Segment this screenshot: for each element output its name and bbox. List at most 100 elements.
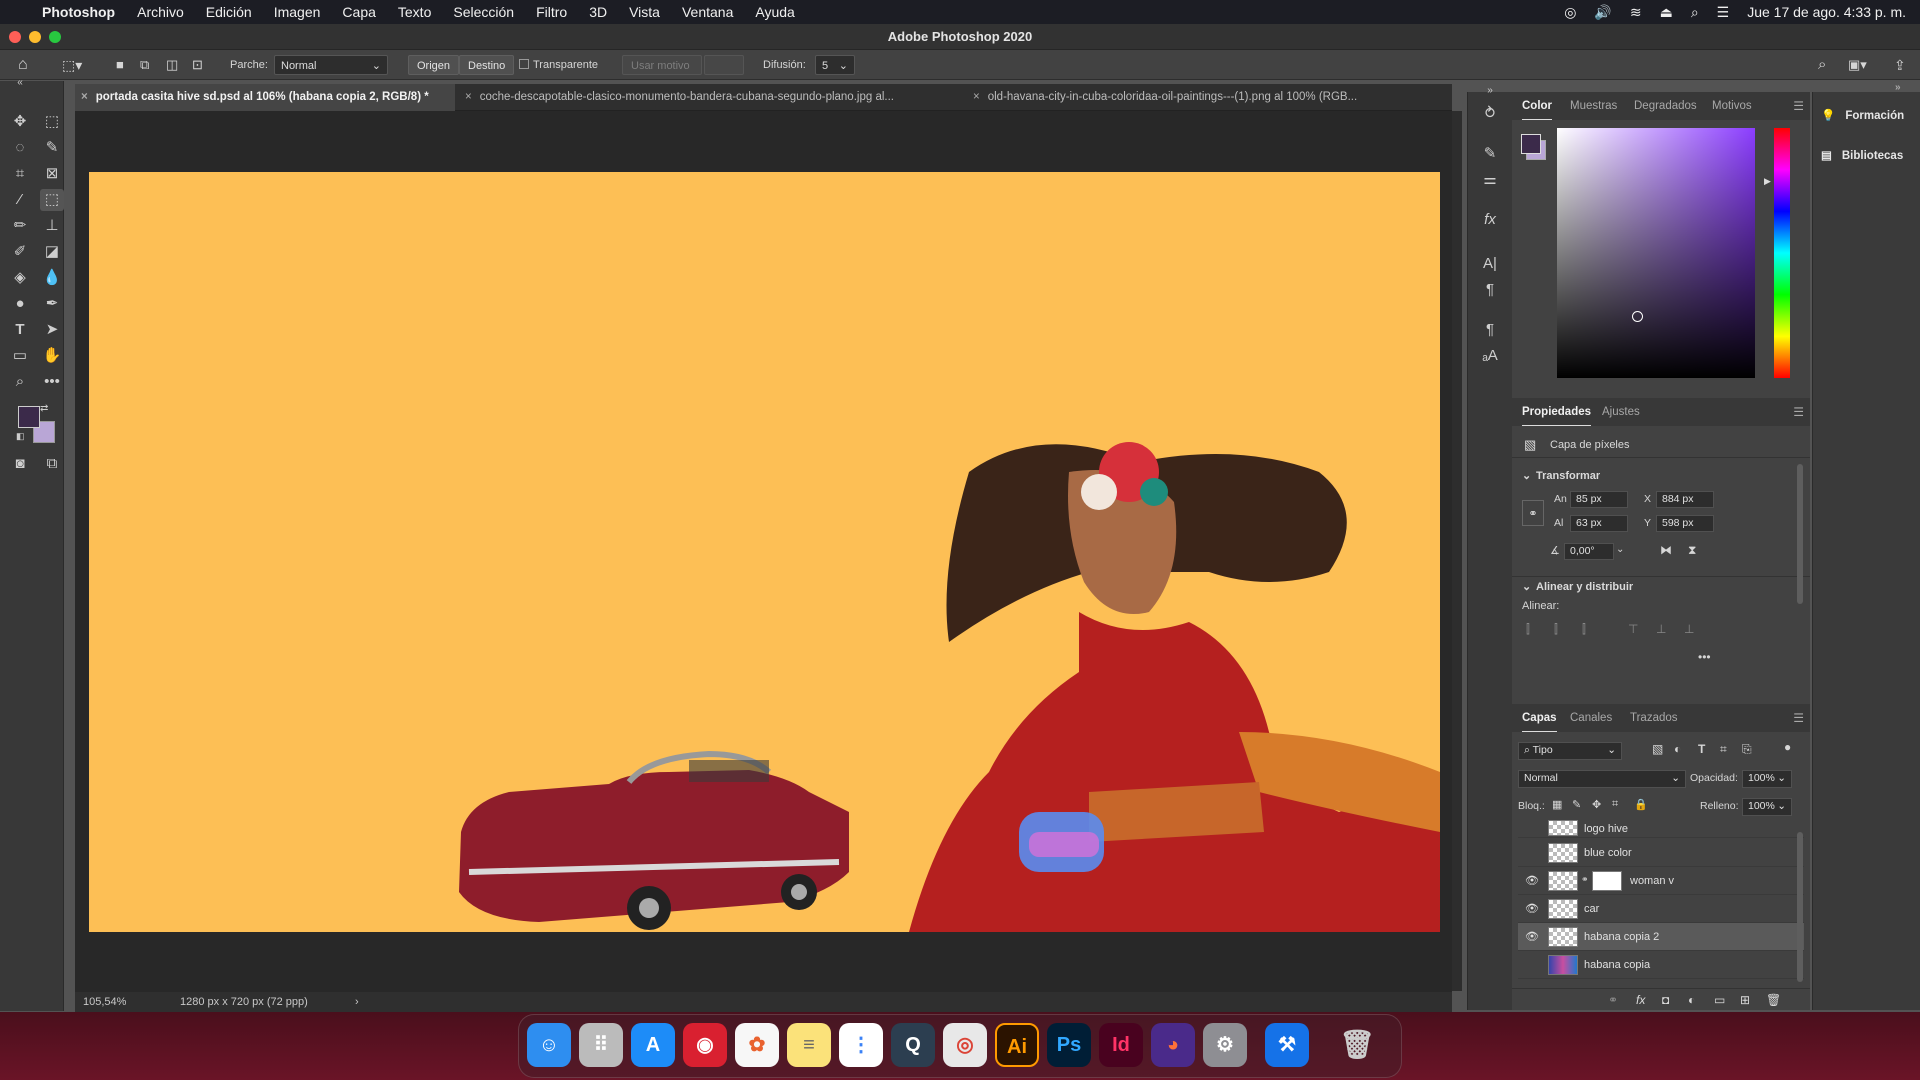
align-top-icon[interactable]: ⊤ (1628, 622, 1638, 636)
align-bottom-icon[interactable]: ⊥ (1684, 622, 1694, 636)
filter-shape-icon[interactable]: ⌗ (1720, 742, 1727, 757)
tab-ajustes[interactable]: Ajustes (1602, 398, 1640, 426)
tab-trazados[interactable]: Trazados (1630, 704, 1678, 732)
new-group-icon[interactable]: ▭ (1714, 989, 1725, 1011)
collapse-icon[interactable]: » (1895, 82, 1901, 93)
fill-input[interactable]: 100% ⌄ (1742, 798, 1792, 816)
indesign-icon[interactable]: Id (1099, 1023, 1143, 1067)
adjustment-layer-icon[interactable]: ◐ (1688, 989, 1695, 1011)
move-tool-icon[interactable]: ✥ (8, 111, 32, 133)
origen-button[interactable]: Origen (408, 55, 460, 75)
tab-color[interactable]: Color (1522, 92, 1553, 120)
hue-slider[interactable] (1774, 128, 1790, 378)
link-icon[interactable]: ⚭ (1522, 500, 1544, 526)
eye-icon[interactable]: 👁 (1524, 901, 1540, 917)
align-left-icon[interactable]: ⫿ (1526, 622, 1530, 637)
dodge-tool-icon[interactable]: ● (8, 293, 32, 315)
properties-scrollbar[interactable] (1797, 464, 1803, 604)
link-icon[interactable]: ⚭ (1581, 874, 1589, 885)
xcode-icon[interactable]: ⚒ (1265, 1023, 1309, 1067)
spotlight-search-icon[interactable]: ⌕ (1691, 4, 1699, 21)
layer-row-car[interactable]: 👁 car (1518, 895, 1804, 923)
quick-mask-icon[interactable]: ◙ (8, 453, 32, 475)
visibility-toggle[interactable] (1524, 845, 1540, 861)
panel-menu-icon[interactable]: ☰ (1793, 398, 1804, 426)
menu-app-name[interactable]: Photoshop (31, 0, 126, 24)
menu-imagen[interactable]: Imagen (263, 0, 332, 24)
new-layer-icon[interactable]: ⊞ (1740, 989, 1750, 1011)
menu-edicion[interactable]: Edición (195, 0, 263, 24)
add-mask-icon[interactable]: ◘ (1662, 989, 1669, 1011)
eye-icon[interactable]: 👁 (1524, 929, 1540, 945)
blur-tool-icon[interactable]: 💧 (40, 267, 64, 289)
tab-motivos[interactable]: Motivos (1712, 92, 1752, 120)
photoshop-icon[interactable]: Ps (1047, 1023, 1091, 1067)
parche-select[interactable]: Normal ⌄ (274, 55, 388, 75)
photos-icon[interactable]: ✿ (735, 1023, 779, 1067)
app-store-icon[interactable]: A (631, 1023, 675, 1067)
visibility-toggle[interactable] (1524, 821, 1540, 837)
destino-button[interactable]: Destino (459, 55, 515, 75)
flip-horizontal-icon[interactable]: ⧓ (1660, 543, 1672, 557)
workspace-icon[interactable]: ▣▾ (1848, 55, 1867, 75)
firefox-icon[interactable]: ◕ (1151, 1023, 1195, 1067)
launchpad-icon[interactable]: ⠿ (579, 1023, 623, 1067)
brush-tool-icon[interactable]: ✏ (8, 215, 32, 237)
intersect-selection-icon[interactable]: ⊡ (192, 55, 203, 75)
flip-vertical-icon[interactable]: ⧗ (1688, 543, 1696, 558)
tab-canales[interactable]: Canales (1570, 704, 1612, 732)
patch-tool-preset-icon[interactable]: ⬚▾ (62, 55, 82, 75)
layer-filter-select[interactable]: ⌕ Tipo ⌄ (1518, 742, 1622, 760)
x-input[interactable]: 884 px (1656, 491, 1714, 508)
filter-smart-object-icon[interactable]: ⎘ (1742, 742, 1752, 757)
tab-muestras[interactable]: Muestras (1570, 92, 1617, 120)
lock-all-icon[interactable]: 🔒 (1634, 798, 1648, 811)
control-center-icon[interactable]: ☰ (1717, 4, 1730, 21)
creative-cloud-icon[interactable]: ◎ (1564, 4, 1576, 21)
more-tools-icon[interactable]: ••• (40, 371, 64, 393)
system-settings-icon[interactable]: ⚙ (1203, 1023, 1247, 1067)
screen-mode-icon[interactable]: ⧉ (40, 453, 64, 475)
lock-transparent-icon[interactable]: ▦ (1552, 798, 1562, 811)
hand-tool-icon[interactable]: ✋ (40, 345, 64, 367)
chrome-icon[interactable]: ◎ (943, 1023, 987, 1067)
history-icon[interactable]: ⥁ (1478, 102, 1502, 126)
paragraph-styles-icon[interactable]: ¶ (1478, 318, 1502, 342)
angle-input[interactable]: 0,00° (1564, 543, 1614, 560)
type-tool-icon[interactable]: T (8, 319, 32, 341)
history-brush-tool-icon[interactable]: ✐ (8, 241, 32, 263)
height-input[interactable]: 63 px (1570, 515, 1628, 532)
path-selection-tool-icon[interactable]: ➤ (40, 319, 64, 341)
width-input[interactable]: 85 px (1570, 491, 1628, 508)
quicktime-icon[interactable]: Q (891, 1023, 935, 1067)
pattern-picker[interactable] (704, 55, 744, 75)
tab-old-havana[interactable]: × old-havana-city-in-cuba-coloridaa-oil-p… (967, 84, 1449, 111)
fx-icon[interactable]: fx (1636, 989, 1645, 1011)
wifi-icon[interactable]: ≋ (1630, 4, 1642, 21)
link-layers-icon[interactable]: ⚭ (1608, 989, 1618, 1011)
trash-icon[interactable]: 🗑 (1766, 989, 1781, 1011)
layer-row-habana-copia[interactable]: habana copia (1518, 951, 1804, 979)
lasso-tool-icon[interactable]: ◌ (8, 137, 32, 159)
align-center-icon[interactable]: ⫿ (1554, 622, 1558, 637)
menu-ventana[interactable]: Ventana (671, 0, 744, 24)
layer-row-woman-v[interactable]: 👁 ⚭ woman v (1518, 867, 1804, 895)
eyedropper-tool-icon[interactable]: ⁄ (8, 189, 32, 211)
volume-icon[interactable]: 🔊 (1594, 4, 1611, 21)
tab-portada[interactable]: × portada casita hive sd.psd al 106% (hab… (75, 84, 455, 111)
panel-menu-icon[interactable]: ☰ (1793, 92, 1804, 120)
transparente-checkbox[interactable]: Transparente (519, 55, 598, 75)
blend-mode-select[interactable]: Normal ⌄ (1518, 770, 1686, 788)
subtract-selection-icon[interactable]: ◫ (166, 55, 178, 75)
hue-slider-handle-icon[interactable]: ▶ (1764, 176, 1771, 187)
menu-filtro[interactable]: Filtro (525, 0, 578, 24)
lock-position-icon[interactable]: ✥ (1592, 798, 1601, 811)
more-options-icon[interactable]: ••• (1698, 650, 1711, 664)
document-canvas[interactable] (89, 172, 1440, 932)
close-icon[interactable]: × (465, 91, 472, 103)
gradient-tool-icon[interactable]: ◈ (8, 267, 32, 289)
canvas-vertical-scrollbar[interactable] (1452, 111, 1462, 991)
filter-pixel-icon[interactable]: ▧ (1652, 742, 1663, 756)
align-header[interactable]: ⌄ Alinear y distribuir (1512, 576, 1810, 596)
align-middle-icon[interactable]: ⊥ (1656, 622, 1666, 636)
